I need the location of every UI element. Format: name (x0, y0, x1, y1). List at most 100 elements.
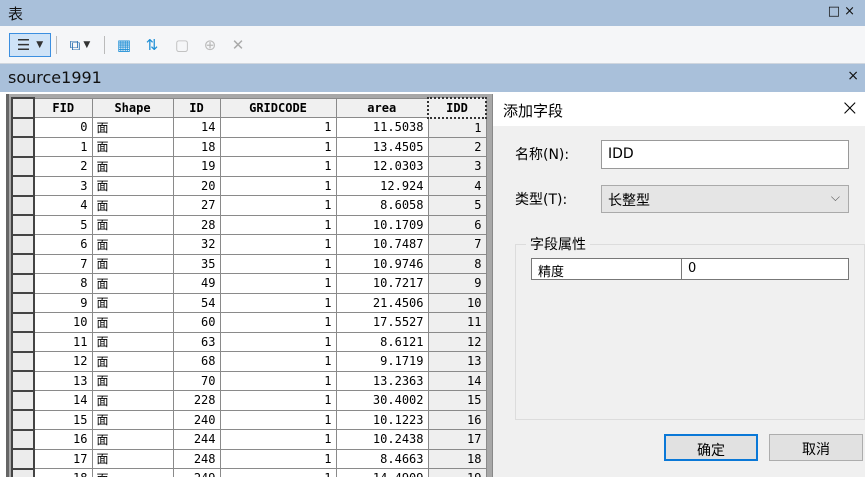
cell-idd[interactable]: 6 (427, 214, 487, 235)
cell-shape[interactable]: 面 (91, 136, 174, 157)
row-selector[interactable] (11, 175, 35, 197)
cell-id[interactable]: 249 (172, 468, 221, 477)
cell-gridcode[interactable]: 1 (219, 351, 337, 372)
cell-id[interactable]: 27 (172, 195, 221, 216)
cell-area[interactable]: 14.4909 (335, 468, 429, 477)
cell-idd[interactable]: 13 (427, 351, 487, 372)
cell-id[interactable]: 248 (172, 448, 221, 469)
cell-idd[interactable]: 2 (427, 136, 487, 157)
table-row[interactable]: 10 面 60 1 17.5527 11 (11, 311, 487, 333)
row-selector[interactable] (11, 370, 35, 392)
cell-id[interactable]: 228 (172, 390, 221, 411)
cell-area[interactable]: 10.1223 (335, 409, 429, 430)
table-row[interactable]: 1 面 18 1 13.4505 2 (11, 136, 487, 158)
cell-shape[interactable]: 面 (91, 351, 174, 372)
cell-gridcode[interactable]: 1 (219, 312, 337, 333)
table-row[interactable]: 15 面 240 1 10.1223 16 (11, 409, 487, 431)
cell-idd[interactable]: 9 (427, 273, 487, 294)
column-header-fid[interactable]: FID (33, 97, 93, 118)
cell-area[interactable]: 30.4002 (335, 390, 429, 411)
row-selector[interactable] (11, 194, 35, 216)
cell-area[interactable]: 10.7487 (335, 234, 429, 255)
table-row[interactable]: 16 面 244 1 10.2438 17 (11, 428, 487, 450)
table-tab[interactable]: source1991 × (0, 64, 865, 92)
table-row[interactable]: 18面249114.490919 (11, 467, 487, 477)
cell-gridcode[interactable]: 1 (219, 273, 337, 294)
cell-fid[interactable]: 11 (33, 331, 93, 352)
switch-selection-button[interactable]: ⇅ (140, 33, 164, 57)
field-type-select[interactable]: 长整型 ⌵ (601, 185, 849, 213)
cell-gridcode[interactable]: 1 (219, 156, 337, 177)
table-options-button[interactable]: ☰ ▼ (9, 33, 51, 57)
row-selector[interactable] (11, 467, 35, 477)
cell-gridcode[interactable]: 1 (219, 117, 337, 138)
cell-shape[interactable]: 面 (91, 312, 174, 333)
cell-id[interactable]: 244 (172, 429, 221, 450)
cell-shape[interactable]: 面 (91, 468, 174, 477)
cell-fid[interactable]: 4 (33, 195, 93, 216)
restore-button[interactable]: □ (828, 4, 844, 19)
column-header-area[interactable]: area (335, 97, 429, 118)
cell-shape[interactable]: 面 (91, 253, 174, 274)
cell-shape[interactable]: 面 (91, 117, 174, 138)
cell-fid[interactable]: 1 (33, 136, 93, 157)
row-selector[interactable] (11, 428, 35, 450)
row-selector-header[interactable] (11, 97, 35, 119)
field-name-input[interactable]: IDD (601, 140, 849, 169)
cell-area[interactable]: 8.6121 (335, 331, 429, 352)
cell-shape[interactable]: 面 (91, 292, 174, 313)
table-row[interactable]: 0 面 14 1 11.5038 1 (11, 116, 487, 138)
cell-gridcode[interactable]: 1 (219, 448, 337, 469)
cell-shape[interactable]: 面 (91, 214, 174, 235)
property-row-precision[interactable]: 精度 0 (531, 258, 849, 280)
cell-shape[interactable]: 面 (91, 273, 174, 294)
table-row[interactable]: 12 面 68 1 9.1719 13 (11, 350, 487, 372)
cell-idd[interactable]: 5 (427, 195, 487, 216)
cell-id[interactable]: 32 (172, 234, 221, 255)
cell-fid[interactable]: 12 (33, 351, 93, 372)
cell-gridcode[interactable]: 1 (219, 292, 337, 313)
row-selector[interactable] (11, 136, 35, 158)
cell-id[interactable]: 63 (172, 331, 221, 352)
row-selector[interactable] (11, 272, 35, 294)
row-selector[interactable] (11, 409, 35, 431)
row-selector[interactable] (11, 116, 35, 138)
row-selector[interactable] (11, 331, 35, 353)
table-row[interactable]: 9 面 54 1 21.4506 10 (11, 292, 487, 314)
cell-fid[interactable]: 5 (33, 214, 93, 235)
cell-idd[interactable]: 3 (427, 156, 487, 177)
cell-fid[interactable]: 10 (33, 312, 93, 333)
table-row[interactable]: 11 面 63 1 8.6121 12 (11, 331, 487, 353)
cell-fid[interactable]: 8 (33, 273, 93, 294)
cell-shape[interactable]: 面 (91, 409, 174, 430)
cell-area[interactable]: 13.2363 (335, 370, 429, 391)
table-row[interactable]: 14 面 228 1 30.4002 15 (11, 389, 487, 411)
cell-idd[interactable]: 7 (427, 234, 487, 255)
cell-area[interactable]: 21.4506 (335, 292, 429, 313)
table-row[interactable]: 2 面 19 1 12.0303 3 (11, 155, 487, 177)
cell-fid[interactable]: 3 (33, 175, 93, 196)
cancel-button[interactable]: 取消 (769, 434, 863, 461)
close-window-button[interactable]: × (844, 4, 859, 19)
cell-shape[interactable]: 面 (91, 195, 174, 216)
cell-area[interactable]: 10.2438 (335, 429, 429, 450)
row-selector[interactable] (11, 253, 35, 275)
close-tab-button[interactable]: × (847, 68, 859, 84)
cell-fid[interactable]: 7 (33, 253, 93, 274)
cell-gridcode[interactable]: 1 (219, 468, 337, 477)
table-row[interactable]: 13 面 70 1 13.2363 14 (11, 370, 487, 392)
cell-gridcode[interactable]: 1 (219, 214, 337, 235)
cell-id[interactable]: 19 (172, 156, 221, 177)
cell-id[interactable]: 18 (172, 136, 221, 157)
cell-shape[interactable]: 面 (91, 331, 174, 352)
row-selector[interactable] (11, 214, 35, 236)
cell-id[interactable]: 60 (172, 312, 221, 333)
cell-shape[interactable]: 面 (91, 234, 174, 255)
cell-idd[interactable]: 10 (427, 292, 487, 313)
cell-area[interactable]: 13.4505 (335, 136, 429, 157)
cell-area[interactable]: 10.7217 (335, 273, 429, 294)
table-row[interactable]: 4 面 27 1 8.6058 5 (11, 194, 487, 216)
cell-fid[interactable]: 6 (33, 234, 93, 255)
cell-id[interactable]: 28 (172, 214, 221, 235)
table-row[interactable]: 7 面 35 1 10.9746 8 (11, 253, 487, 275)
